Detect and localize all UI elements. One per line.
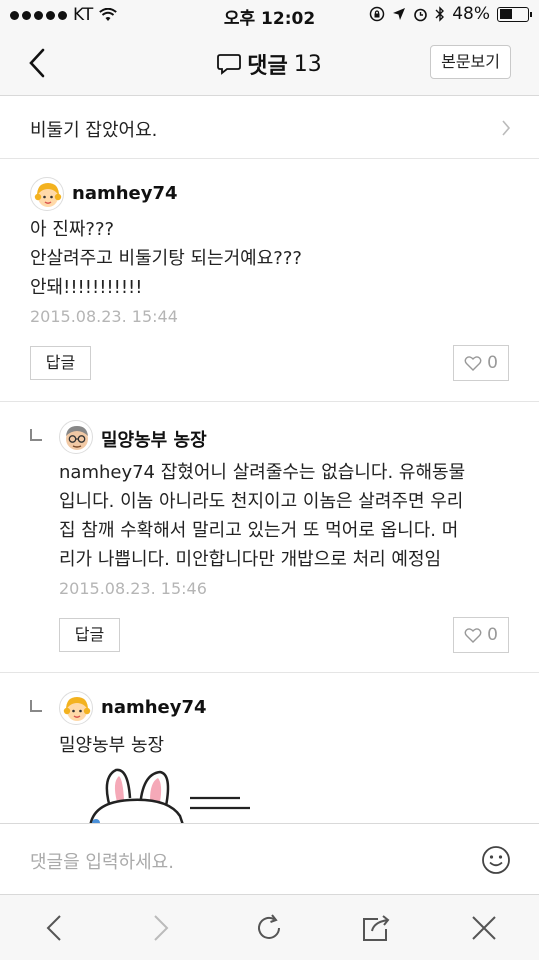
share-icon <box>363 915 390 941</box>
avatar[interactable] <box>30 177 64 211</box>
bluetooth-icon <box>435 6 445 22</box>
post-link[interactable]: 비둘기 잡았어요. <box>0 97 539 159</box>
title-label: 댓글 <box>247 54 288 79</box>
comment-text: namhey74 잡혔어니 살려줄수는 없습니다. 유해동물 입니다. 이놈 아… <box>59 462 466 570</box>
browser-forward-button[interactable] <box>144 911 178 945</box>
rabbit-sticker-icon <box>89 768 250 823</box>
browser-back-button[interactable] <box>37 911 71 945</box>
smiley-icon[interactable] <box>481 845 511 875</box>
view-post-button[interactable]: 본문보기 <box>430 45 511 79</box>
comment-count: 13 <box>293 51 322 77</box>
alarm-icon <box>414 8 428 21</box>
avatar[interactable] <box>59 420 93 454</box>
comment-text: 밀양농부 농장 <box>59 735 165 756</box>
comment-date: 2015.08.23. 15:44 <box>30 307 178 326</box>
lock-rotation-icon <box>369 6 385 22</box>
reply-indicator-icon <box>30 700 42 712</box>
battery-icon <box>497 6 532 22</box>
avatar[interactable] <box>59 691 93 725</box>
battery-percent: 48% <box>452 4 490 24</box>
comment-input[interactable]: 댓글을 입력하세요. <box>30 848 174 874</box>
heart-outline-icon <box>464 628 482 643</box>
browser-forward-icon <box>154 915 169 941</box>
location-icon <box>393 8 406 20</box>
reply-comment-item: 밀양농부 농장 namhey74 잡혔어니 살려줄수는 없습니다. 유해동물 입… <box>0 403 539 673</box>
reply-indicator-icon <box>30 429 42 441</box>
status-bar: KT 오후 12:02 48% <box>0 0 539 30</box>
share-button[interactable] <box>359 911 393 945</box>
like-count: 0 <box>487 353 498 373</box>
close-icon <box>472 916 496 940</box>
comment-text: 아 진짜??? 안살려주고 비둘기탕 되는거예요??? 안돼!!!!!!!!!!… <box>30 219 302 298</box>
comment-author[interactable]: namhey74 <box>101 697 207 718</box>
like-button[interactable]: 0 <box>453 345 509 381</box>
reply-button[interactable]: 답글 <box>30 346 91 380</box>
comment-date: 2015.08.23. 15:46 <box>59 579 207 598</box>
browser-toolbar <box>0 894 539 960</box>
comment-author[interactable]: namhey74 <box>72 183 178 204</box>
girl-avatar-icon <box>34 183 62 207</box>
comment-author[interactable]: 밀양농부 농장 <box>101 426 207 452</box>
heart-outline-icon <box>464 356 482 371</box>
chevron-right-icon <box>502 120 511 136</box>
reply-button[interactable]: 답글 <box>59 618 120 652</box>
browser-back-icon <box>46 915 61 941</box>
close-button[interactable] <box>467 911 501 945</box>
girl-avatar-icon <box>63 697 91 721</box>
refresh-icon <box>258 914 280 939</box>
reply-comment-item: namhey74 밀양농부 농장 <box>0 674 539 823</box>
farmer-avatar-icon <box>66 426 88 450</box>
nav-bar: 댓글 13 본문보기 <box>0 30 539 96</box>
like-button[interactable]: 0 <box>453 617 509 653</box>
status-right: 48% <box>369 4 532 24</box>
like-count: 0 <box>487 625 498 645</box>
comment-item: namhey74 아 진짜??? 안살려주고 비둘기탕 되는거예요??? 안돼!… <box>0 160 539 402</box>
refresh-button[interactable] <box>252 911 286 945</box>
post-title: 비둘기 잡았어요. <box>30 120 158 141</box>
speech-bubble-icon <box>217 54 242 75</box>
comment-input-bar: 댓글을 입력하세요. <box>0 823 539 893</box>
